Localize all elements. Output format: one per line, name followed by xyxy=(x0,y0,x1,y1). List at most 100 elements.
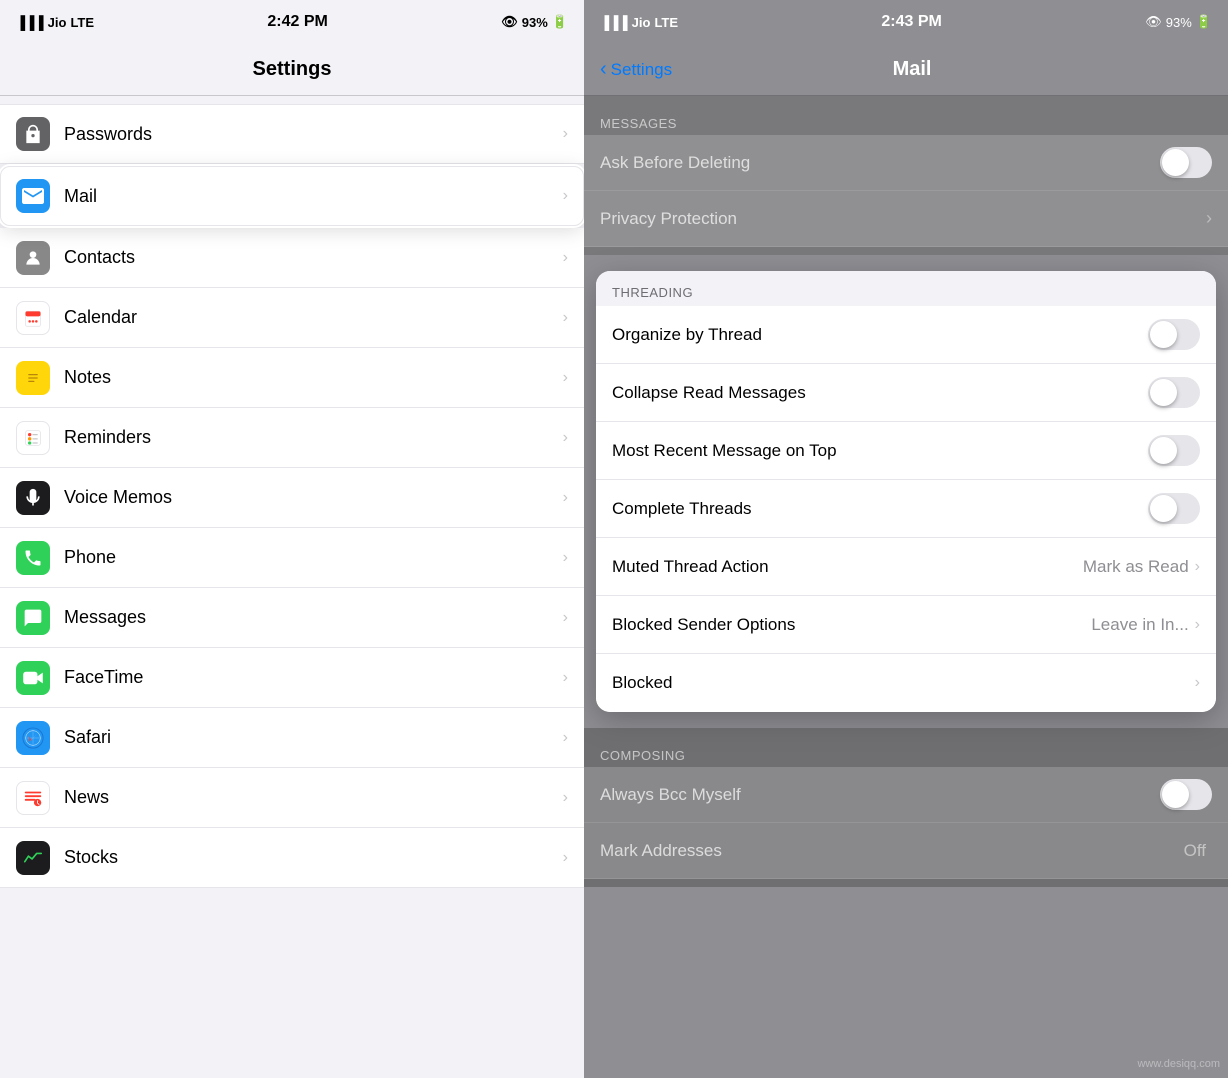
right-content: MESSAGES Ask Before Deleting Privacy Pro… xyxy=(584,96,1228,1078)
privacy-protection-item[interactable]: Privacy Protection › xyxy=(584,191,1228,247)
settings-item-facetime[interactable]: FaceTime › xyxy=(0,648,584,708)
complete-threads-item[interactable]: Complete Threads xyxy=(596,480,1216,538)
settings-item-news[interactable]: News › xyxy=(0,768,584,828)
passwords-icon xyxy=(16,117,50,151)
eye-icon: 👁 xyxy=(501,14,518,30)
blocked-sender-options-chevron: › xyxy=(1195,616,1200,634)
phone-label: Phone xyxy=(64,547,563,568)
right-battery-icon: 🔋 xyxy=(1196,14,1212,30)
left-network: LTE xyxy=(70,15,94,30)
most-recent-on-top-toggle[interactable] xyxy=(1148,435,1200,466)
signal-icon: ▐▐▐ xyxy=(16,15,44,30)
mark-addresses-item[interactable]: Mark Addresses Off xyxy=(584,823,1228,879)
ask-before-deleting-label: Ask Before Deleting xyxy=(600,153,1160,173)
phone-icon xyxy=(16,541,50,575)
right-panel: ▐▐▐ Jio LTE 2:43 PM 👁 93% 🔋 ‹ Settings M… xyxy=(584,0,1228,1078)
voicememos-label: Voice Memos xyxy=(64,487,563,508)
always-bcc-myself-item[interactable]: Always Bcc Myself xyxy=(584,767,1228,823)
muted-thread-action-value: Mark as Read xyxy=(1083,557,1189,577)
left-carrier: Jio xyxy=(48,15,67,30)
settings-item-phone[interactable]: Phone › xyxy=(0,528,584,588)
left-panel: ▐▐▐ Jio LTE 2:42 PM 👁 93% 🔋 Settings Pas… xyxy=(0,0,584,1078)
safari-icon xyxy=(16,721,50,755)
settings-item-reminders[interactable]: Reminders › xyxy=(0,408,584,468)
settings-item-messages[interactable]: Messages › xyxy=(0,588,584,648)
watermark: www.desiqq.com xyxy=(1137,1058,1220,1070)
notes-icon xyxy=(16,361,50,395)
calendar-chevron: › xyxy=(563,309,568,327)
blocked-sender-options-label: Blocked Sender Options xyxy=(612,615,1091,635)
messages-section: MESSAGES Ask Before Deleting Privacy Pro… xyxy=(584,96,1228,255)
ask-before-deleting-item[interactable]: Ask Before Deleting xyxy=(584,135,1228,191)
blocked-label: Blocked xyxy=(612,673,1195,693)
ask-before-deleting-toggle[interactable] xyxy=(1160,147,1212,178)
always-bcc-myself-toggle[interactable] xyxy=(1160,779,1212,810)
settings-item-voicememos[interactable]: Voice Memos › xyxy=(0,468,584,528)
most-recent-on-top-label: Most Recent Message on Top xyxy=(612,441,1148,461)
back-label: Settings xyxy=(611,60,672,80)
right-battery: 93% xyxy=(1166,15,1192,30)
settings-item-stocks[interactable]: Stocks › xyxy=(0,828,584,888)
blocked-item[interactable]: Blocked › xyxy=(596,654,1216,712)
mail-label: Mail xyxy=(64,186,563,207)
stocks-chevron: › xyxy=(563,849,568,867)
battery-icon: 🔋 xyxy=(552,14,568,30)
muted-thread-action-label: Muted Thread Action xyxy=(612,557,1083,577)
settings-item-calendar[interactable]: Calendar › xyxy=(0,288,584,348)
news-chevron: › xyxy=(563,789,568,807)
contacts-label: Contacts xyxy=(64,247,563,268)
stocks-icon xyxy=(16,841,50,875)
messages-label: Messages xyxy=(64,607,563,628)
collapse-read-messages-label: Collapse Read Messages xyxy=(612,383,1148,403)
contacts-icon xyxy=(16,241,50,275)
left-carrier-info: ▐▐▐ Jio LTE xyxy=(16,15,94,30)
settings-item-notes[interactable]: Notes › xyxy=(0,348,584,408)
organize-by-thread-label: Organize by Thread xyxy=(612,325,1148,345)
stocks-label: Stocks xyxy=(64,847,563,868)
right-time: 2:43 PM xyxy=(881,13,941,31)
reminders-chevron: › xyxy=(563,429,568,447)
blocked-sender-options-value: Leave in In... xyxy=(1091,615,1188,635)
facetime-label: FaceTime xyxy=(64,667,563,688)
blocked-sender-options-item[interactable]: Blocked Sender Options Leave in In... › xyxy=(596,596,1216,654)
most-recent-on-top-item[interactable]: Most Recent Message on Top xyxy=(596,422,1216,480)
collapse-read-messages-toggle[interactable] xyxy=(1148,377,1200,408)
passwords-chevron: › xyxy=(563,125,568,143)
settings-list: Passwords › Mail › Contacts › Calendar › xyxy=(0,96,584,1078)
reminders-icon xyxy=(16,421,50,455)
settings-item-contacts[interactable]: Contacts › xyxy=(0,228,584,288)
reminders-label: Reminders xyxy=(64,427,563,448)
facetime-chevron: › xyxy=(563,669,568,687)
settings-item-passwords[interactable]: Passwords › xyxy=(0,104,584,164)
organize-by-thread-toggle[interactable] xyxy=(1148,319,1200,350)
threading-header: THREADING xyxy=(596,271,1216,306)
messages-icon xyxy=(16,601,50,635)
complete-threads-toggle[interactable] xyxy=(1148,493,1200,524)
left-title: Settings xyxy=(253,58,332,81)
back-button[interactable]: ‹ Settings xyxy=(600,58,672,81)
left-status-bar: ▐▐▐ Jio LTE 2:42 PM 👁 93% 🔋 xyxy=(0,0,584,44)
muted-thread-action-chevron: › xyxy=(1195,558,1200,576)
mark-addresses-value: Off xyxy=(1184,841,1206,861)
calendar-icon xyxy=(16,301,50,335)
right-nav-bar: ‹ Settings Mail xyxy=(584,44,1228,96)
mail-icon xyxy=(16,179,50,213)
back-chevron-icon: ‹ xyxy=(600,58,607,81)
collapse-read-messages-item[interactable]: Collapse Read Messages xyxy=(596,364,1216,422)
blocked-chevron: › xyxy=(1195,674,1200,692)
contacts-chevron: › xyxy=(563,249,568,267)
composing-section-header: COMPOSING xyxy=(584,736,1228,767)
voicememos-chevron: › xyxy=(563,489,568,507)
passwords-label: Passwords xyxy=(64,124,563,145)
settings-item-mail[interactable]: Mail › xyxy=(0,166,584,226)
organize-by-thread-item[interactable]: Organize by Thread xyxy=(596,306,1216,364)
notes-chevron: › xyxy=(563,369,568,387)
muted-thread-action-item[interactable]: Muted Thread Action Mark as Read › xyxy=(596,538,1216,596)
right-signal-icon: ▐▐▐ xyxy=(600,15,628,30)
messages-section-header: MESSAGES xyxy=(584,104,1228,135)
left-battery: 93% xyxy=(522,15,548,30)
safari-label: Safari xyxy=(64,727,563,748)
settings-item-safari[interactable]: Safari › xyxy=(0,708,584,768)
privacy-protection-label: Privacy Protection xyxy=(600,209,1206,229)
right-status-bar: ▐▐▐ Jio LTE 2:43 PM 👁 93% 🔋 xyxy=(584,0,1228,44)
